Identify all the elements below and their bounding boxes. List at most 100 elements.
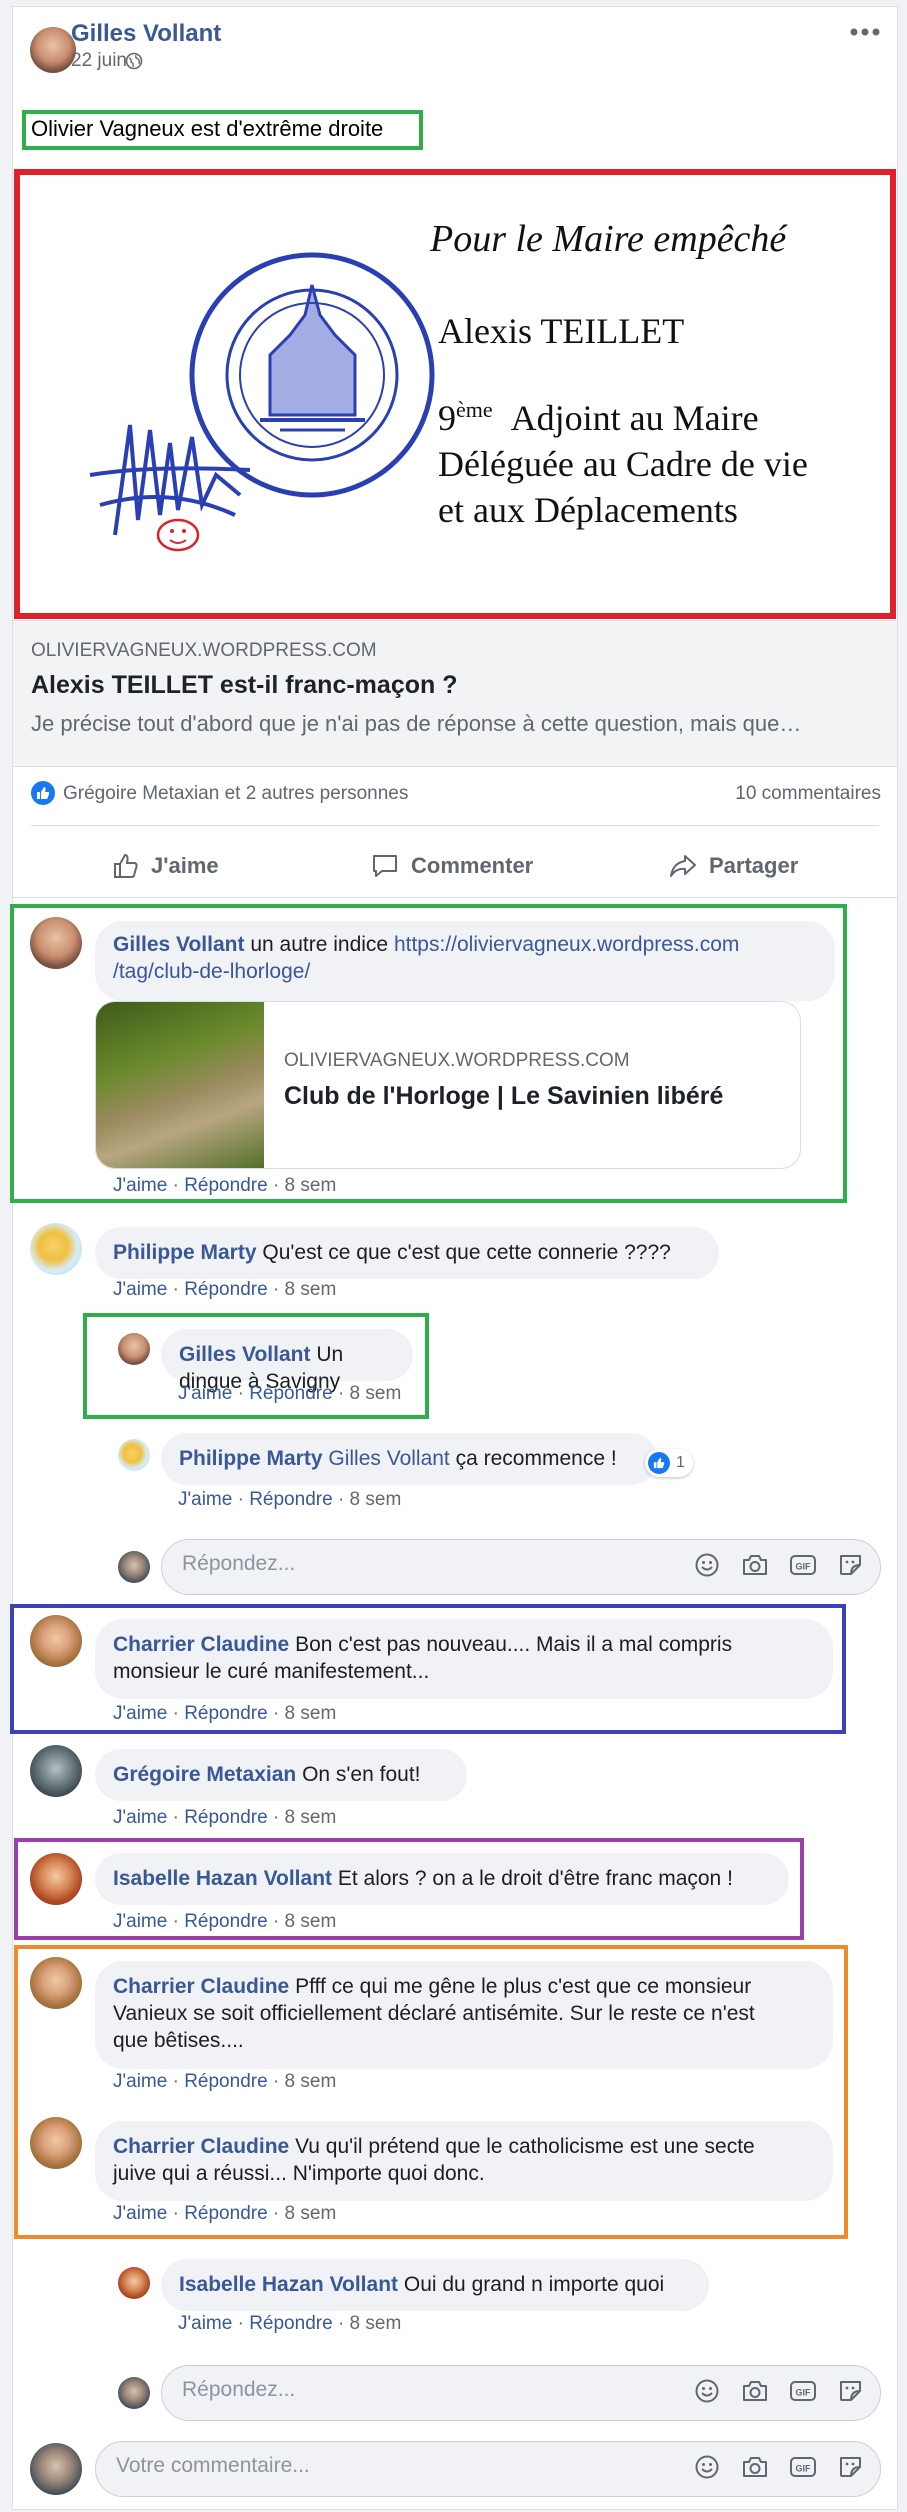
comment-author[interactable]: Charrier Claudine bbox=[113, 1633, 289, 1656]
comment-author[interactable]: Charrier Claudine bbox=[113, 2135, 289, 2158]
like-reaction-icon bbox=[648, 1452, 670, 1474]
commenter-avatar[interactable] bbox=[30, 1957, 82, 2009]
comment-time[interactable]: 8 sem bbox=[285, 1807, 337, 1828]
comment-reply-link[interactable]: Répondre bbox=[249, 1489, 332, 1510]
camera-icon[interactable] bbox=[740, 2376, 770, 2406]
emoji-icon[interactable] bbox=[692, 2376, 722, 2406]
camera-icon[interactable] bbox=[740, 2452, 770, 2482]
comment-link[interactable]: https://oliviervagneux.wordpress.com bbox=[394, 933, 740, 956]
comment-bubble: Philippe Marty Gilles Vollant ça recomme… bbox=[161, 1433, 657, 1485]
comment-bubble: Philippe Marty Qu'est ce que c'est que c… bbox=[95, 1227, 719, 1279]
author-avatar[interactable] bbox=[30, 27, 76, 73]
comment-reply-link[interactable]: Répondre bbox=[184, 1175, 267, 1196]
comment-time[interactable]: 8 sem bbox=[285, 2203, 337, 2224]
gif-icon[interactable]: GIF bbox=[788, 2376, 818, 2406]
comment-time[interactable]: 8 sem bbox=[350, 1383, 402, 1404]
ellipsis-icon[interactable] bbox=[849, 25, 881, 39]
comment-author[interactable]: Philippe Marty bbox=[113, 1241, 257, 1264]
post-text: Olivier Vagneux est d'extrême droite bbox=[31, 116, 384, 141]
comment-input[interactable]: Votre commentaire... GIF bbox=[95, 2441, 881, 2497]
commenter-avatar[interactable] bbox=[30, 1745, 82, 1797]
commenter-avatar[interactable] bbox=[118, 1333, 150, 1365]
comment-reply-link[interactable]: Répondre bbox=[184, 1807, 267, 1828]
comment-time[interactable]: 8 sem bbox=[285, 1703, 337, 1724]
like-button[interactable]: J'aime bbox=[113, 853, 219, 879]
comment-time[interactable]: 8 sem bbox=[285, 1175, 337, 1196]
comment-like-link[interactable]: J'aime bbox=[178, 2313, 232, 2334]
share-button[interactable]: Partager bbox=[669, 853, 798, 879]
comment-like-link[interactable]: J'aime bbox=[113, 1175, 167, 1196]
comment-reply-link[interactable]: Répondre bbox=[249, 2313, 332, 2334]
gif-icon[interactable]: GIF bbox=[788, 1550, 818, 1580]
commenter-avatar[interactable] bbox=[30, 1223, 82, 1275]
comment-author[interactable]: Charrier Claudine bbox=[113, 1975, 289, 1998]
comment-like-link[interactable]: J'aime bbox=[178, 1489, 232, 1510]
divider bbox=[13, 897, 897, 898]
comment-like-link[interactable]: J'aime bbox=[113, 1807, 167, 1828]
divider bbox=[31, 825, 879, 826]
camera-icon[interactable] bbox=[740, 1550, 770, 1580]
comment-text: Et alors ? on a le droit d'être franc ma… bbox=[337, 1867, 733, 1890]
image-line-3-rest: Adjoint au Maire bbox=[510, 398, 759, 438]
comment-text: Oui du grand n importe quoi bbox=[403, 2273, 665, 2296]
reply-input[interactable]: Répondez... GIF bbox=[161, 1539, 881, 1595]
comment-reply-link[interactable]: Répondre bbox=[184, 1911, 267, 1932]
emoji-icon[interactable] bbox=[692, 2452, 722, 2482]
comment-author[interactable]: Grégoire Metaxian bbox=[113, 1763, 296, 1786]
comment-time[interactable]: 8 sem bbox=[350, 2313, 402, 2334]
preview-title[interactable]: Club de l'Horloge | Le Savinien libéré bbox=[284, 1082, 723, 1111]
comment-text-continued: que bêtises.... bbox=[113, 2029, 244, 2052]
like-count-badge[interactable]: 1 bbox=[645, 1449, 693, 1477]
reply-placeholder: Répondez... bbox=[182, 2378, 296, 2401]
comment-like-link[interactable]: J'aime bbox=[113, 1911, 167, 1932]
comment-link-preview[interactable]: OLIVIERVAGNEUX.WORDPRESS.COM Club de l'H… bbox=[95, 1001, 801, 1169]
reactions-text[interactable]: Grégoire Metaxian et 2 autres personnes bbox=[63, 783, 408, 805]
comment-reply-link[interactable]: Répondre bbox=[184, 1279, 267, 1300]
comment-like-link[interactable]: J'aime bbox=[113, 2203, 167, 2224]
post-date[interactable]: 22 juin bbox=[71, 50, 127, 72]
comment-button[interactable]: Commenter bbox=[371, 853, 533, 879]
sticker-icon[interactable] bbox=[836, 2376, 866, 2406]
author-name[interactable]: Gilles Vollant bbox=[71, 20, 221, 48]
comment-mention[interactable]: Gilles Vollant bbox=[328, 1447, 449, 1470]
comment-reply-link[interactable]: Répondre bbox=[184, 2071, 267, 2092]
commenter-avatar[interactable] bbox=[118, 2267, 150, 2299]
sticker-icon[interactable] bbox=[836, 1550, 866, 1580]
reply-input[interactable]: Répondez... GIF bbox=[161, 2365, 881, 2421]
comment-like-link[interactable]: J'aime bbox=[113, 2071, 167, 2092]
comment-reply-link[interactable]: Répondre bbox=[249, 1383, 332, 1404]
comment-like-link[interactable]: J'aime bbox=[113, 1279, 167, 1300]
comment-reply-link[interactable]: Répondre bbox=[184, 2203, 267, 2224]
comment-reply-link[interactable]: Répondre bbox=[184, 1703, 267, 1724]
comment-link-continued[interactable]: /tag/club-de-lhorloge/ bbox=[113, 960, 310, 983]
commenter-avatar[interactable] bbox=[30, 917, 82, 969]
commenter-avatar[interactable] bbox=[30, 2117, 82, 2169]
comment-time[interactable]: 8 sem bbox=[285, 2071, 337, 2092]
comment-bubble: Gilles Vollant Un dingue à Savigny bbox=[161, 1329, 413, 1393]
comment-time[interactable]: 8 sem bbox=[285, 1911, 337, 1932]
comment-placeholder: Votre commentaire... bbox=[116, 2454, 310, 2477]
commenter-avatar[interactable] bbox=[30, 1853, 82, 1905]
commenter-avatar[interactable] bbox=[30, 1615, 82, 1667]
comments-count[interactable]: 10 commentaires bbox=[735, 783, 881, 805]
comment-button-label: Commenter bbox=[411, 853, 534, 878]
gif-icon[interactable]: GIF bbox=[788, 2452, 818, 2482]
comment-author[interactable]: Isabelle Hazan Vollant bbox=[113, 1867, 332, 1890]
sticker-icon[interactable] bbox=[836, 2452, 866, 2482]
emoji-icon[interactable] bbox=[692, 1550, 722, 1580]
like-reaction-icon[interactable] bbox=[31, 781, 55, 805]
comment-like-link[interactable]: J'aime bbox=[113, 1703, 167, 1724]
separator-dot: · bbox=[272, 2071, 280, 2092]
post-image[interactable]: Pour le Maire empêché Alexis TEILLET 9èm… bbox=[14, 169, 896, 619]
link-title[interactable]: Alexis TEILLET est-il franc-maçon ? bbox=[31, 671, 457, 700]
separator-dot: · bbox=[337, 2313, 345, 2334]
comment-author[interactable]: Gilles Vollant bbox=[179, 1343, 310, 1366]
comment-author[interactable]: Philippe Marty bbox=[179, 1447, 323, 1470]
commenter-avatar[interactable] bbox=[118, 1439, 150, 1471]
comment-time[interactable]: 8 sem bbox=[350, 1489, 402, 1510]
comment-author[interactable]: Gilles Vollant bbox=[113, 933, 244, 956]
image-line-2: Alexis TEILLET bbox=[438, 311, 685, 351]
comment-like-link[interactable]: J'aime bbox=[178, 1383, 232, 1404]
comment-time[interactable]: 8 sem bbox=[285, 1279, 337, 1300]
comment-author[interactable]: Isabelle Hazan Vollant bbox=[179, 2273, 398, 2296]
